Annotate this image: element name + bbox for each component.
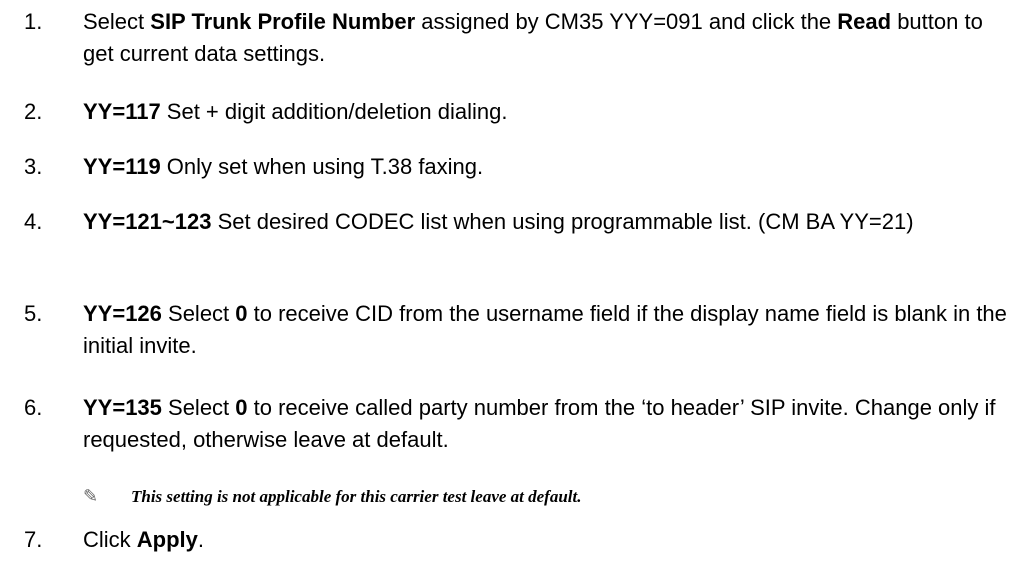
step-item: 7. Click Apply. — [24, 524, 1014, 556]
step-text-segment: Set + digit addition/deletion dialing. — [160, 99, 508, 124]
step-text: YY=117 Set + digit addition/deletion dia… — [83, 96, 1014, 128]
step-text: Click Apply. — [83, 524, 1014, 556]
step-text: YY=119 Only set when using T.38 faxing. — [83, 151, 1014, 183]
step-item: 4. YY=121~123 Set desired CODEC list whe… — [24, 206, 1014, 238]
step-text-bold: Read — [837, 9, 892, 34]
step-text-bold: YY=126 — [83, 301, 162, 326]
step-text-bold: YY=135 — [83, 395, 162, 420]
step-text-segment: Only set when using T.38 faxing. — [160, 154, 484, 179]
step-item: 1. Select SIP Trunk Profile Number assig… — [24, 6, 1014, 70]
step-text: YY=126 Select 0 to receive CID from the … — [83, 298, 1014, 362]
step-text-segment: assigned by CM35 YYY=091 and click the — [415, 9, 838, 34]
step-item: 3. YY=119 Only set when using T.38 faxin… — [24, 151, 1014, 183]
step-item: 5. YY=126 Select 0 to receive CID from t… — [24, 298, 1014, 362]
pencil-icon: ✎ — [83, 486, 99, 506]
step-text-segment: . — [197, 527, 205, 552]
step-number: 4. — [24, 209, 43, 234]
step-text-segment: Set desired CODEC list when using progra… — [211, 209, 914, 234]
note-text: This setting is not applicable for this … — [131, 487, 582, 506]
step-number: 5. — [24, 301, 43, 326]
step-text-bold: SIP Trunk Profile Number — [150, 9, 416, 34]
step-text: YY=135 Select 0 to receive called party … — [83, 392, 1014, 456]
step-number: 7. — [24, 527, 43, 552]
step-item: 6. YY=135 Select 0 to receive called par… — [24, 392, 1014, 456]
step-text-bold: YY=117 — [83, 99, 161, 124]
step-text-bold: Apply — [136, 527, 198, 552]
step-number: 6. — [24, 395, 43, 420]
step-text-segment: Click — [83, 527, 137, 552]
step-text-segment: Select — [161, 395, 236, 420]
step-note: ✎ This setting is not applicable for this… — [83, 485, 582, 508]
step-item: 2. YY=117 Set + digit addition/deletion … — [24, 96, 1014, 128]
step-number: 1. — [24, 9, 43, 34]
step-text-bold: 0 — [235, 395, 248, 420]
step-number: 3. — [24, 154, 43, 179]
step-text-segment: Select — [83, 9, 151, 34]
step-text-bold: YY=121~123 — [83, 209, 212, 234]
step-text: YY=121~123 Set desired CODEC list when u… — [83, 206, 1014, 238]
step-text-segment: Select — [161, 301, 236, 326]
step-text-bold: 0 — [235, 301, 248, 326]
step-text: Select SIP Trunk Profile Number assigned… — [83, 6, 1014, 70]
step-number: 2. — [24, 99, 43, 124]
step-text-bold: YY=119 — [83, 154, 161, 179]
